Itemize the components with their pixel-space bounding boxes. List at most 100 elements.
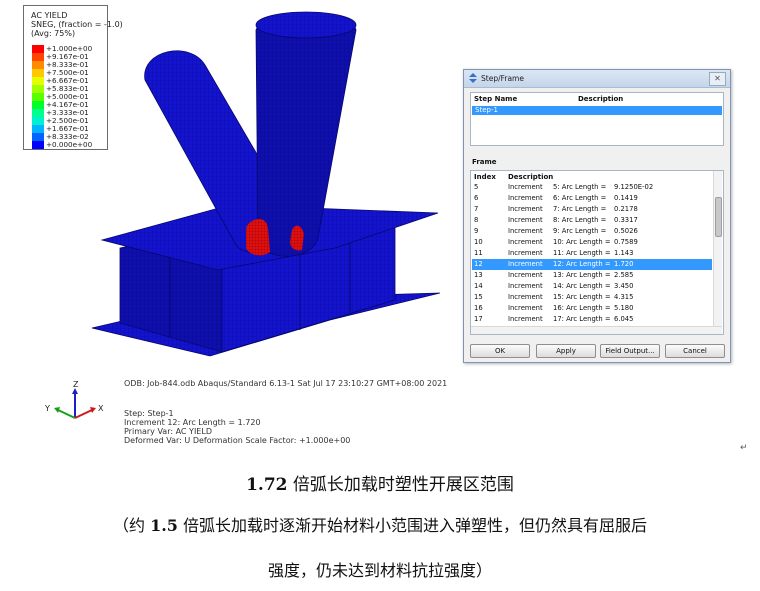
frame-value: 5.180 bbox=[614, 304, 634, 312]
frame-desc: 10: Arc Length = bbox=[553, 238, 611, 246]
triad-y-label: Y bbox=[44, 404, 50, 413]
frame-row[interactable]: 13 Increment 13: Arc Length = 2.585 bbox=[472, 270, 712, 281]
caption-note-line1: （约 1.5 倍弧长加载时逐渐开始材料小范围进入弹塑性，但仍然具有屈服后 bbox=[0, 512, 760, 536]
legend-swatch bbox=[32, 125, 44, 133]
frame-type: Increment bbox=[508, 282, 543, 290]
frame-index: 14 bbox=[474, 282, 483, 290]
frame-index: 12 bbox=[474, 260, 483, 268]
frame-type: Increment bbox=[508, 260, 543, 268]
frame-value: 0.5026 bbox=[614, 227, 638, 235]
frame-value: 0.2178 bbox=[614, 205, 638, 213]
frame-list[interactable]: Index Description 5 Increment 5: Arc Lengt… bbox=[470, 170, 724, 335]
frame-index: 7 bbox=[474, 205, 479, 213]
caption-note-line2: 强度，仍未达到材料抗拉强度） bbox=[267, 561, 492, 580]
frame-row[interactable]: 15 Increment 15: Arc Length = 4.315 bbox=[472, 292, 712, 303]
frame-value: 1.143 bbox=[614, 249, 634, 257]
dialog-titlebar[interactable]: Step/Frame ✕ bbox=[464, 70, 730, 88]
odb-info: ODB: Job-844.odb Abaqus/Standard 6.13-1 … bbox=[124, 379, 448, 388]
legend-swatch bbox=[32, 69, 44, 77]
frame-row[interactable]: 9 Increment 9: Arc Length = 0.5026 bbox=[472, 226, 712, 237]
close-icon[interactable]: ✕ bbox=[709, 72, 726, 86]
frame-value: 0.1419 bbox=[614, 194, 638, 202]
frame-row[interactable]: 16 Increment 16: Arc Length = 5.180 bbox=[472, 303, 712, 314]
step-row-step-1[interactable]: Step-1 bbox=[472, 106, 722, 115]
frame-row[interactable]: 6 Increment 6: Arc Length = 0.1419 bbox=[472, 193, 712, 204]
frame-type: Increment bbox=[508, 183, 543, 191]
frame-row[interactable]: 11 Increment 11: Arc Length = 1.143 bbox=[472, 248, 712, 259]
frame-index: 10 bbox=[474, 238, 483, 246]
frame-row[interactable]: 7 Increment 7: Arc Length = 0.2178 bbox=[472, 204, 712, 215]
frame-description-header: Description bbox=[508, 173, 554, 181]
ok-button[interactable]: OK bbox=[470, 344, 530, 358]
caption-title-text: 倍弧长加载时塑性开展区范围 bbox=[287, 475, 514, 495]
frame-index: 17 bbox=[474, 315, 483, 323]
frame-type: Increment bbox=[508, 205, 543, 213]
legend-value: +0.000e+00 bbox=[46, 140, 93, 149]
frame-row[interactable]: 10 Increment 10: Arc Length = 0.7589 bbox=[472, 237, 712, 248]
caption-note-text: 倍弧长加载时逐渐开始材料小范围进入弹塑性，但仍然具有屈服后 bbox=[177, 516, 648, 535]
frame-row[interactable]: 5 Increment 5: Arc Length = 9.1250E-02 bbox=[472, 182, 712, 193]
yield-zone-left bbox=[246, 218, 270, 256]
legend-swatch bbox=[32, 133, 44, 141]
legend-swatch bbox=[32, 61, 44, 69]
scrollbar-thumb[interactable] bbox=[715, 197, 722, 237]
frame-type: Increment bbox=[508, 216, 543, 224]
frame-desc: 12: Arc Length = bbox=[553, 260, 611, 268]
legend-swatch bbox=[32, 85, 44, 93]
step-list[interactable]: Step Name Description Step-1 bbox=[470, 92, 724, 146]
apply-button[interactable]: Apply bbox=[536, 344, 596, 358]
frame-desc: 5: Arc Length = bbox=[553, 183, 607, 191]
legend-swatch bbox=[32, 45, 44, 53]
frame-index: 6 bbox=[474, 194, 479, 202]
frame-vertical-scrollbar[interactable] bbox=[713, 171, 722, 326]
frame-index: 8 bbox=[474, 216, 479, 224]
cancel-button[interactable]: Cancel bbox=[665, 344, 725, 358]
frame-value: 6.045 bbox=[614, 315, 634, 323]
frame-desc: 13: Arc Length = bbox=[553, 271, 611, 279]
frame-desc: 17: Arc Length = bbox=[553, 315, 611, 323]
legend-title: AC YIELD bbox=[31, 11, 68, 20]
increment-info: Increment 12: Arc Length = 1.720 bbox=[124, 418, 261, 427]
legend-swatch bbox=[32, 101, 44, 109]
legend-swatch bbox=[32, 109, 44, 117]
frame-desc: 16: Arc Length = bbox=[553, 304, 611, 312]
frame-index-header: Index bbox=[474, 173, 496, 181]
contour-legend: AC YIELD SNEG, (fraction = -1.0) (Avg: 7… bbox=[23, 5, 123, 150]
frame-label: Frame bbox=[472, 158, 497, 166]
field-output-button[interactable]: Field Output... bbox=[600, 344, 660, 358]
legend-entry: +0.000e+00 bbox=[32, 140, 106, 149]
frame-desc: 11: Arc Length = bbox=[553, 249, 611, 257]
step-description-header: Description bbox=[578, 95, 624, 103]
frame-row[interactable]: 12 Increment 12: Arc Length = 1.720 bbox=[472, 259, 712, 270]
legend-swatch bbox=[32, 77, 44, 85]
step-frame-dialog[interactable]: Step/Frame ✕ Step Name Description Step-… bbox=[463, 69, 731, 363]
frame-index: 13 bbox=[474, 271, 483, 279]
frame-value: 0.7589 bbox=[614, 238, 638, 246]
frame-type: Increment bbox=[508, 293, 543, 301]
frame-value: 1.720 bbox=[614, 260, 634, 268]
frame-row[interactable]: 14 Increment 14: Arc Length = 3.450 bbox=[472, 281, 712, 292]
frame-type: Increment bbox=[508, 315, 543, 323]
frame-desc: 7: Arc Length = bbox=[553, 205, 607, 213]
legend-swatch bbox=[32, 93, 44, 101]
frame-row[interactable]: 17 Increment 17: Arc Length = 6.045 bbox=[472, 314, 712, 325]
caption-note-number: 1.5 bbox=[150, 516, 178, 535]
legend-subtitle: SNEG, (fraction = -1.0) bbox=[31, 20, 123, 29]
dialog-title: Step/Frame bbox=[481, 74, 524, 83]
frame-value: 0.3317 bbox=[614, 216, 638, 224]
frame-index: 15 bbox=[474, 293, 483, 301]
frame-type: Increment bbox=[508, 271, 543, 279]
frame-desc: 9: Arc Length = bbox=[553, 227, 607, 235]
frame-type: Increment bbox=[508, 194, 543, 202]
frame-value: 3.450 bbox=[614, 282, 634, 290]
legend-swatch bbox=[32, 53, 44, 61]
deformed-var-info: Deformed Var: U Deformation Scale Factor… bbox=[124, 436, 351, 445]
frame-row[interactable]: 8 Increment 8: Arc Length = 0.3317 bbox=[472, 215, 712, 226]
frame-desc: 14: Arc Length = bbox=[553, 282, 611, 290]
frame-desc: 8: Arc Length = bbox=[553, 216, 607, 224]
triad-x-label: X bbox=[98, 404, 104, 413]
frame-value: 9.1250E-02 bbox=[614, 183, 654, 191]
frame-index: 5 bbox=[474, 183, 479, 191]
frame-desc: 15: Arc Length = bbox=[553, 293, 611, 301]
frame-horizontal-scrollbar[interactable] bbox=[471, 326, 722, 334]
